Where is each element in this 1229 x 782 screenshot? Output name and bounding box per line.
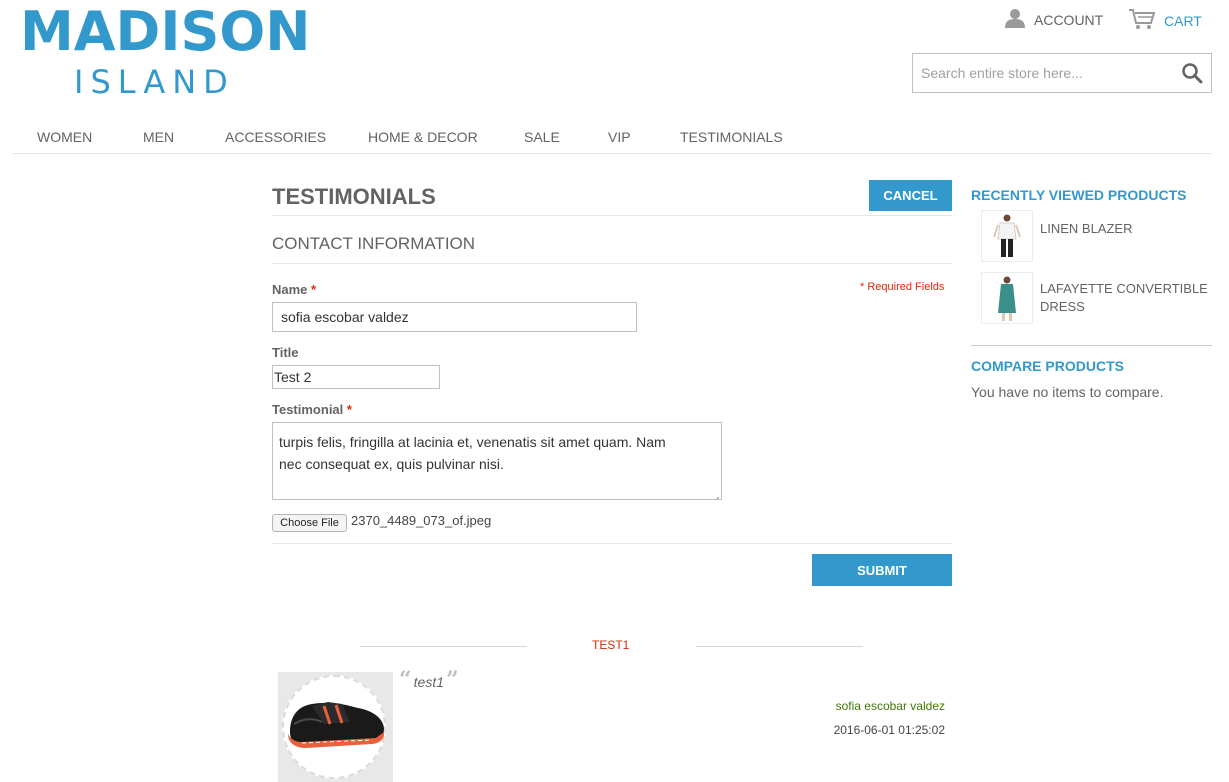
nav-item-men[interactable]: MEN: [143, 129, 174, 145]
title-label: Title: [272, 345, 299, 360]
testimonial-textarea[interactable]: turpis felis, fringilla at lacinia et, v…: [272, 422, 722, 500]
required-asterisk: *: [346, 402, 352, 417]
cancel-button[interactable]: CANCEL: [869, 180, 952, 211]
resize-handle-icon[interactable]: [711, 489, 720, 499]
section-divider: [272, 263, 952, 264]
testimonial-image: [278, 672, 393, 782]
nav-item-women[interactable]: WOMEN: [37, 129, 92, 145]
testimonial-quote: “ test1 ”: [399, 667, 459, 693]
product-thumbnail[interactable]: [981, 210, 1033, 262]
title-field[interactable]: Test 2: [272, 365, 440, 389]
cart-label: CART: [1164, 12, 1202, 29]
user-icon: [1004, 8, 1026, 31]
required-asterisk: *: [311, 282, 317, 297]
compare-empty-text: You have no items to compare.: [971, 384, 1164, 400]
name-field[interactable]: sofia escobar valdez: [272, 302, 637, 332]
search-icon[interactable]: [1181, 62, 1203, 89]
required-fields-note: * Required Fields: [860, 281, 945, 293]
logo-top-text: MADISON: [20, 0, 311, 63]
heading-divider-right: [696, 646, 863, 647]
form-divider: [272, 543, 952, 544]
recently-viewed-item[interactable]: LAFAYETTE CONVERTIBLE DRESS: [981, 272, 1212, 324]
recently-viewed-title[interactable]: RECENTLY VIEWED PRODUCTS: [971, 187, 1186, 203]
product-name[interactable]: LINEN BLAZER: [1040, 220, 1210, 238]
name-label-text: Name: [272, 282, 308, 297]
nav-item-accessories[interactable]: ACCESSORIES: [225, 129, 326, 145]
open-quote-icon: “: [399, 667, 412, 693]
product-thumbnail[interactable]: [981, 272, 1033, 324]
logo-bottom-text: ISLAND: [74, 63, 235, 101]
nav-item-vip[interactable]: VIP: [608, 129, 631, 145]
cart-icon: [1128, 8, 1156, 33]
account-link[interactable]: ACCOUNT: [1004, 8, 1103, 31]
store-logo[interactable]: MADISON ISLAND: [20, 0, 311, 102]
testimonial-date: 2016-06-01 01:25:02: [833, 723, 945, 737]
choose-file-button[interactable]: Choose File: [272, 514, 347, 532]
testimonial-line: turpis felis, fringilla at lacinia et, v…: [279, 434, 666, 450]
name-field-value: sofia escobar valdez: [281, 309, 409, 325]
search-box: [912, 53, 1212, 93]
cart-link[interactable]: CART: [1128, 8, 1202, 33]
search-input[interactable]: [913, 55, 1168, 91]
main-nav: WOMEN MEN ACCESSORIES HOME & DECOR SALE …: [12, 121, 1212, 154]
nav-item-sale[interactable]: SALE: [524, 129, 560, 145]
recently-viewed-item[interactable]: LINEN BLAZER: [981, 210, 1212, 262]
selected-file-name: 2370_4489_073_of.jpeg: [351, 513, 492, 528]
title-divider: [272, 215, 952, 216]
nav-item-home-decor[interactable]: HOME & DECOR: [368, 129, 478, 145]
submit-button[interactable]: SUBMIT: [812, 554, 952, 586]
heading-divider-left: [360, 646, 527, 647]
sidebar-divider: [971, 345, 1212, 346]
page-title: TESTIMONIALS: [272, 184, 436, 209]
testimonial-label-text: Testimonial: [272, 402, 344, 417]
testimonial-label: Testimonial *: [272, 402, 352, 417]
nav-item-testimonials[interactable]: TESTIMONIALS: [680, 129, 783, 145]
shoe-image: [288, 702, 385, 748]
testimonial-author: sofia escobar valdez: [835, 699, 945, 713]
testimonial-heading: TEST1: [592, 638, 630, 652]
testimonial-line: nec consequat ex, quis pulvinar nisi.: [279, 456, 504, 472]
section-title: CONTACT INFORMATION: [272, 234, 476, 253]
compare-products-title: COMPARE PRODUCTS: [971, 358, 1124, 374]
name-label: Name *: [272, 282, 316, 297]
testimonial-title: test1: [413, 674, 445, 690]
account-label: ACCOUNT: [1034, 11, 1104, 28]
title-field-value: Test 2: [274, 369, 312, 385]
close-quote-icon: ”: [446, 667, 459, 693]
product-name[interactable]: LAFAYETTE CONVERTIBLE DRESS: [1040, 280, 1210, 316]
